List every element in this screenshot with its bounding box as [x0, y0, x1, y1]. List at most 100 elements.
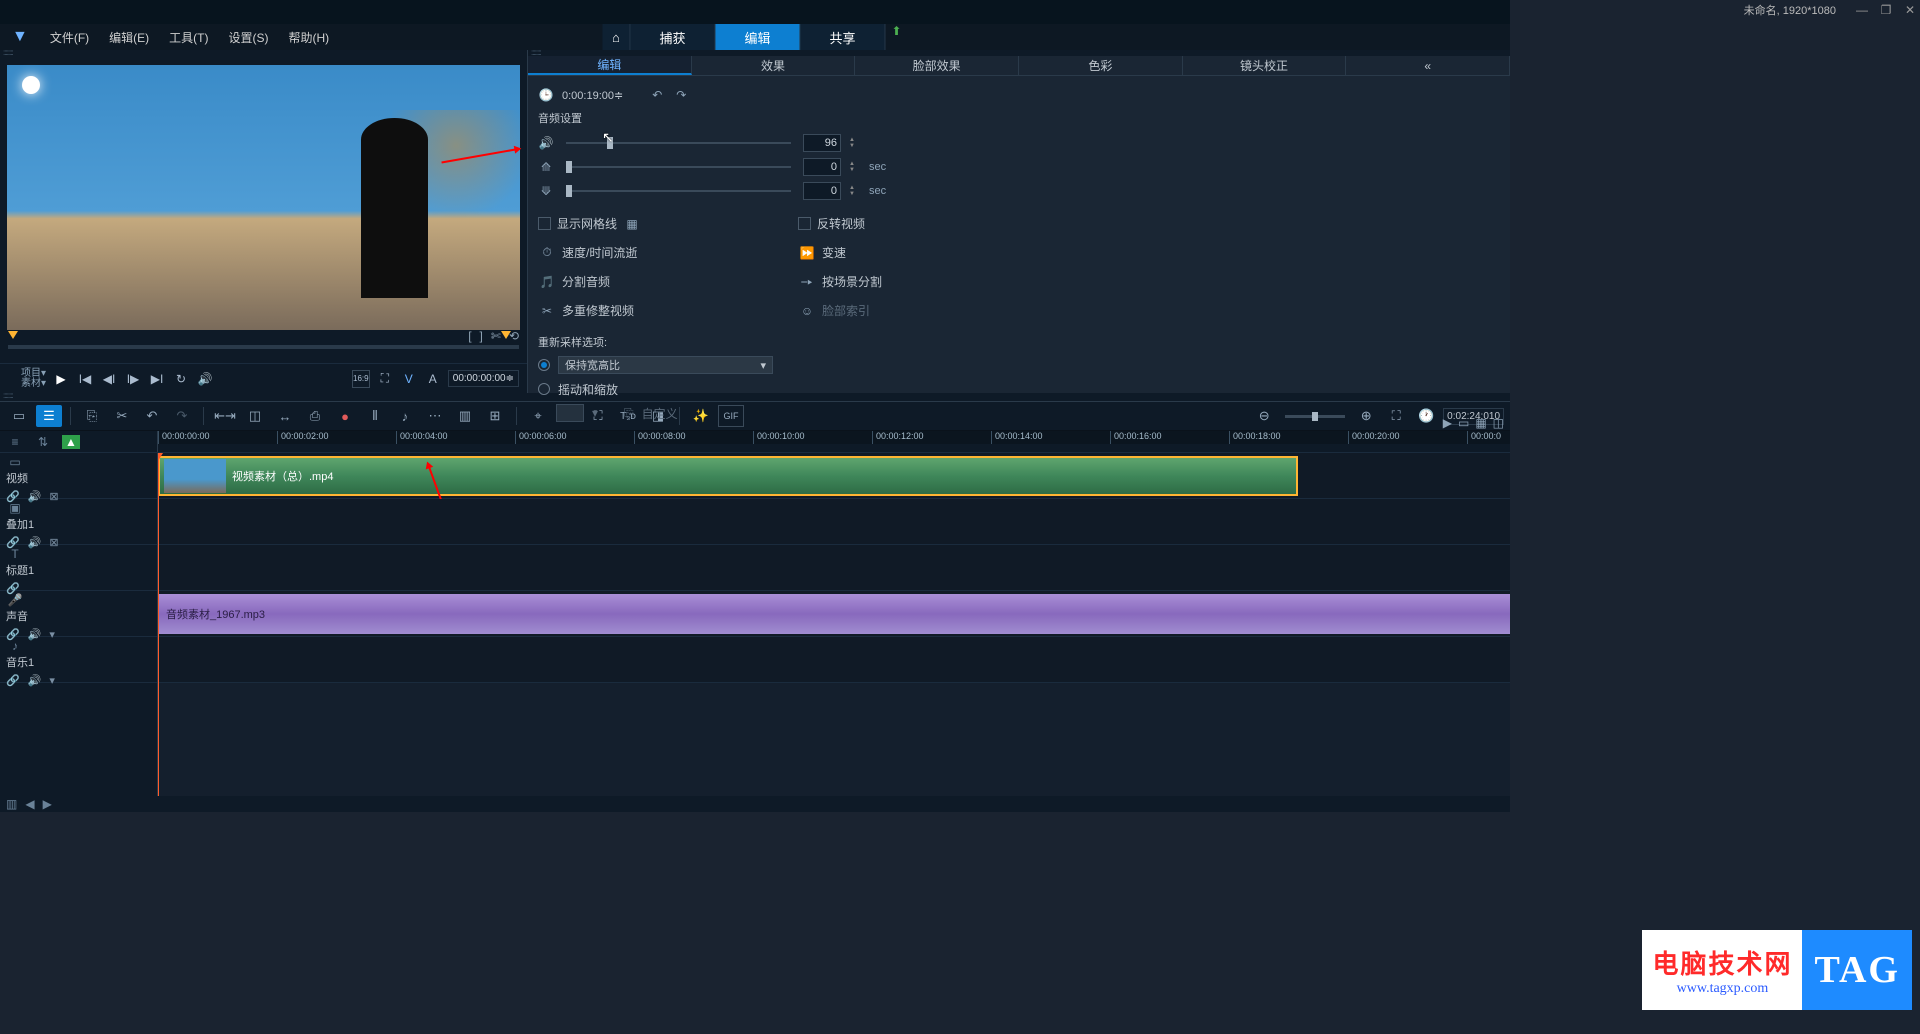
video-track[interactable]: 视频素材（总）.mp4 [158, 453, 1510, 499]
clip-timecode[interactable]: 0:00:19:00≑ [562, 89, 623, 102]
storyboard-view-icon[interactable]: ▭ [6, 405, 32, 427]
volume-icon[interactable]: 🔊 [196, 370, 214, 388]
volume-slider[interactable] [566, 142, 791, 144]
scroll-right-icon[interactable]: ▶ [43, 797, 52, 811]
mixer-icon[interactable]: ⫴ [362, 405, 388, 427]
menu-help[interactable]: 帮助(H) [279, 24, 340, 50]
tab-toggle-icon[interactable]: « [1346, 56, 1510, 75]
upgrade-icon[interactable]: ⬆ [885, 24, 907, 50]
grid-tool-icon[interactable]: ⊞ [482, 405, 508, 427]
mode-tab-home[interactable]: ⌂ [602, 24, 630, 50]
redo-icon[interactable]: ↷ [169, 405, 195, 427]
auto-music-icon[interactable]: ♪ [392, 405, 418, 427]
mute-icon[interactable]: 🔊 [28, 490, 42, 503]
layout-3-icon[interactable]: ◫ [1493, 416, 1504, 430]
panzoom-menu-icon[interactable]: ▾ [592, 406, 598, 420]
trim-in-handle-icon[interactable] [8, 331, 18, 339]
tool-4-icon[interactable]: ⎙ [302, 405, 328, 427]
layout-1-icon[interactable]: ▭ [1458, 416, 1469, 430]
revert-icon[interactable]: ⟲ [509, 329, 519, 343]
scroll-left-icon[interactable]: ◀ [25, 797, 34, 811]
scissor-icon[interactable]: ✄ [491, 329, 501, 343]
video-clip[interactable]: 视频素材（总）.mp4 [158, 456, 1298, 496]
go-end-icon[interactable]: ▶I [148, 370, 166, 388]
undo-icon[interactable]: ↶ [139, 405, 165, 427]
tab-lens[interactable]: 镜头校正 [1183, 56, 1347, 75]
mode-tab-capture[interactable]: 捕获 [630, 24, 715, 50]
playhead[interactable] [158, 453, 159, 796]
expand-icon[interactable]: ▾ [49, 674, 55, 687]
chapter-icon[interactable]: ⋯ [422, 405, 448, 427]
close-icon[interactable]: ✕ [1902, 3, 1918, 17]
fadeout-input[interactable] [803, 182, 841, 200]
fadein-input[interactable] [803, 158, 841, 176]
next-frame-icon[interactable]: I▶ [124, 370, 142, 388]
time-ruler[interactable]: 00:00:00:0000:00:02:0000:00:04:0000:00:0… [158, 431, 1510, 444]
preview-timecode[interactable]: 00:00:00:00≑ [448, 370, 519, 387]
scroll-arrow-icon[interactable]: ▶ [1443, 416, 1452, 430]
tab-edit[interactable]: 编辑 [528, 56, 692, 75]
menu-tools[interactable]: 工具(T) [159, 24, 218, 50]
link-icon[interactable]: 🔗 [6, 674, 20, 687]
mode-label[interactable]: 项目▾ 素材▾ [8, 369, 46, 389]
multi-trim-button[interactable]: ✂多重修整视频 [538, 299, 788, 322]
pan-zoom-radio[interactable] [538, 383, 550, 395]
aspect-icon[interactable]: 16:9 [352, 370, 370, 388]
tool-2-icon[interactable]: ◫ [242, 405, 268, 427]
keep-aspect-radio[interactable] [538, 359, 550, 371]
custom-button[interactable]: 自定义 [642, 405, 678, 422]
play-icon[interactable]: ▶ [52, 370, 70, 388]
fadein-spinner[interactable]: ▲▼ [849, 161, 859, 173]
fadeout-spinner[interactable]: ▲▼ [849, 185, 859, 197]
reverse-video-checkbox[interactable]: 反转视频 [798, 212, 1048, 235]
overlay-track[interactable] [158, 499, 1510, 545]
status-icon[interactable]: ▥ [6, 797, 17, 811]
scene-split-button[interactable]: ⎯▸按场景分割 [798, 270, 1048, 293]
volume-spinner[interactable]: ▲▼ [849, 137, 859, 149]
v-letter-icon[interactable]: V [400, 370, 418, 388]
menu-edit[interactable]: 编辑(E) [99, 24, 159, 50]
music-track[interactable] [158, 637, 1510, 683]
tab-effect[interactable]: 效果 [692, 56, 856, 75]
show-grid-checkbox[interactable]: 显示网格线 ▦ [538, 212, 788, 235]
resample-dropdown[interactable]: 保持宽高比▾ [558, 356, 773, 374]
tool-3-icon[interactable]: ↔ [272, 405, 298, 427]
mark-out-icon[interactable]: ] [480, 329, 483, 343]
title-track[interactable] [158, 545, 1510, 591]
split-audio-button[interactable]: 🎵分割音频 [538, 270, 788, 293]
audio-clip[interactable]: 音频素材_1967.mp3 [158, 594, 1510, 634]
cut-tool-icon[interactable]: ✂ [109, 405, 135, 427]
mode-tab-share[interactable]: 共享 [800, 24, 885, 50]
volume-input[interactable] [803, 134, 841, 152]
variable-speed-button[interactable]: ⏩变速 [798, 241, 1048, 264]
timeline-view-icon[interactable]: ☰ [36, 405, 62, 427]
tab-color[interactable]: 色彩 [1019, 56, 1183, 75]
panzoom-swatch[interactable] [556, 404, 584, 422]
tool-1-icon[interactable]: ⇤⇥ [212, 405, 238, 427]
toggle-icon[interactable]: ⇅ [34, 435, 52, 449]
expand-icon[interactable]: ▾ [49, 628, 55, 641]
mute-icon[interactable]: 🔊 [28, 628, 42, 641]
speed-time-button[interactable]: ⏱速度/时间流逝 [538, 241, 788, 264]
mode-tab-edit[interactable]: 编辑 [715, 24, 800, 50]
mark-in-icon[interactable]: [ [468, 329, 471, 343]
layout-2-icon[interactable]: ▦ [1475, 416, 1486, 430]
copy-icon[interactable]: ⎘ [79, 405, 105, 427]
fadein-slider[interactable] [566, 166, 791, 168]
tab-face[interactable]: 脸部效果 [855, 56, 1019, 75]
redo-icon[interactable]: ↷ [673, 88, 689, 102]
zoom-slider[interactable] [1285, 415, 1345, 418]
enlarge-icon[interactable]: ⛶ [376, 370, 394, 388]
add-track-icon[interactable]: ▲ [62, 435, 80, 449]
lock-icon[interactable]: ⊠ [49, 490, 58, 503]
mute-icon[interactable]: 🔊 [28, 674, 42, 687]
mute-icon[interactable]: 🔊 [28, 536, 42, 549]
menu-settings[interactable]: 设置(S) [219, 24, 279, 50]
prev-frame-icon[interactable]: ◀I [100, 370, 118, 388]
preview-viewport[interactable] [7, 65, 520, 330]
list-icon[interactable]: ≡ [6, 435, 24, 449]
go-start-icon[interactable]: I◀ [76, 370, 94, 388]
record-icon[interactable]: ● [332, 405, 358, 427]
loop-icon[interactable]: ↻ [172, 370, 190, 388]
subtitle-icon[interactable]: ▥ [452, 405, 478, 427]
